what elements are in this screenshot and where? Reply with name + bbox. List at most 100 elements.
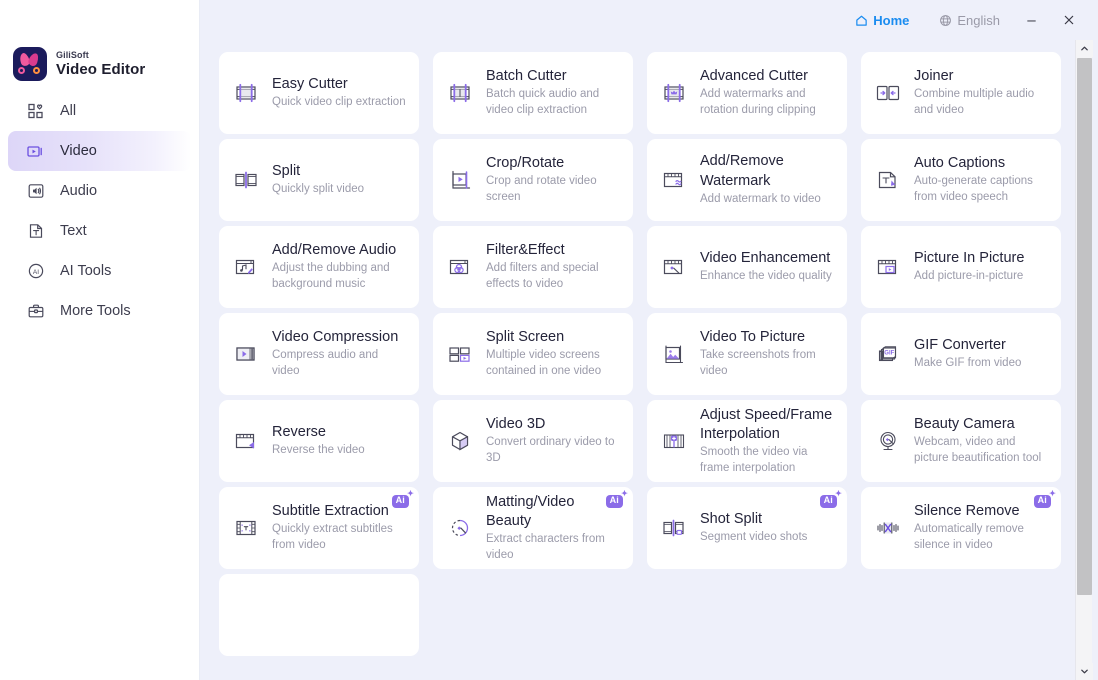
tool-card-desc: Quickly split video: [272, 182, 408, 198]
tool-card-crop-rotate[interactable]: Crop/Rotate Crop and rotate video screen: [433, 139, 633, 221]
tool-card-reverse[interactable]: Reverse Reverse the video: [219, 400, 419, 482]
gif-icon: GIF: [872, 338, 904, 370]
cube-3d-icon: [444, 425, 476, 457]
film-advanced-icon: [658, 77, 690, 109]
sidebar-item-text[interactable]: Text: [8, 211, 191, 251]
speaker-icon: [26, 182, 45, 201]
tool-card-title: GIF Converter: [914, 336, 1050, 355]
language-button[interactable]: English: [931, 9, 1008, 32]
tool-card-desc: Quickly extract subtitles from video: [272, 522, 408, 554]
tool-card-auto-captions[interactable]: Auto Captions Auto-generate captions fro…: [861, 139, 1061, 221]
butterfly-logo-icon: [13, 47, 47, 81]
sidebar-item-video[interactable]: Video: [8, 131, 191, 171]
shot-split-icon: [658, 512, 690, 544]
sidebar-item-label: AI Tools: [60, 263, 111, 279]
waveform-cut-icon: [872, 512, 904, 544]
tool-grid-scroll-area: Easy Cutter Quick video clip extraction: [200, 40, 1070, 680]
scroll-down-button[interactable]: [1076, 663, 1093, 680]
ai-badge: Ai: [392, 495, 409, 508]
ai-badge: Ai: [606, 495, 623, 508]
home-button[interactable]: Home: [847, 9, 917, 32]
tool-card-silence-remove[interactable]: Ai Silence Remove Automatically remove s…: [861, 487, 1061, 569]
tool-card-title: Matting/Video Beauty: [486, 493, 622, 531]
minimize-button[interactable]: [1016, 7, 1046, 33]
tool-card-title: Shot Split: [700, 510, 836, 529]
tool-card-desc: Enhance the video quality: [700, 269, 836, 285]
close-button[interactable]: [1054, 7, 1084, 33]
sidebar-item-label: Video: [60, 143, 97, 159]
tool-card-split[interactable]: Split Quickly split video: [219, 139, 419, 221]
tool-card-batch-cutter[interactable]: Batch Cutter Batch quick audio and video…: [433, 52, 633, 134]
tool-card-title: Split Screen: [486, 328, 622, 347]
tool-card-advanced-cutter[interactable]: Advanced Cutter Add watermarks and rotat…: [647, 52, 847, 134]
sidebar-item-label: Text: [60, 223, 87, 239]
beauty-camera-icon: [872, 425, 904, 457]
tool-card-video-to-picture[interactable]: Video To Picture Take screenshots from v…: [647, 313, 847, 395]
tool-card-desc: Add watermarks and rotation during clipp…: [700, 87, 836, 119]
chevron-up-icon: [1080, 44, 1089, 53]
tool-card-desc: Multiple video screens contained in one …: [486, 348, 622, 380]
tool-card-desc: Crop and rotate video screen: [486, 174, 622, 206]
sidebar-item-label: All: [60, 103, 76, 119]
tool-grid: Easy Cutter Quick video clip extraction: [200, 40, 1070, 656]
tool-card-filter-effect[interactable]: Filter&Effect Add filters and special ef…: [433, 226, 633, 308]
main-panel: Home English: [200, 0, 1098, 680]
tool-card-title: Joiner: [914, 67, 1050, 86]
tool-card-desc: Batch quick audio and video clip extract…: [486, 87, 622, 119]
tool-card-partial-next-row[interactable]: [219, 574, 419, 656]
split-screen-icon: [444, 338, 476, 370]
tool-card-video-enhancement[interactable]: Video Enhancement Enhance the video qual…: [647, 226, 847, 308]
tool-card-title: Auto Captions: [914, 154, 1050, 173]
chevron-down-icon: [1080, 667, 1089, 676]
tool-card-title: Video To Picture: [700, 328, 836, 347]
tool-card-subtitle-extraction[interactable]: Ai Subtitle Extraction Quickly extract s…: [219, 487, 419, 569]
tool-card-desc: Compress audio and video: [272, 348, 408, 380]
tool-card-desc: Quick video clip extraction: [272, 95, 408, 111]
tool-card-gif-converter[interactable]: GIF GIF Converter Make GIF from video: [861, 313, 1061, 395]
tool-card-title: Reverse: [272, 423, 408, 442]
brand-sub: GiliSoft: [56, 51, 145, 60]
tool-card-easy-cutter[interactable]: Easy Cutter Quick video clip extraction: [219, 52, 419, 134]
tool-card-desc: Add watermark to video: [700, 192, 836, 208]
tool-card-matting-video-beauty[interactable]: Ai Matting/Video Beauty Extract characte…: [433, 487, 633, 569]
video-player-icon: [26, 142, 45, 161]
home-label: Home: [873, 13, 909, 28]
tool-card-desc: Combine multiple audio and video: [914, 87, 1050, 119]
tool-card-title: Picture In Picture: [914, 249, 1050, 268]
sidebar-item-ai-tools[interactable]: AI AI Tools: [8, 251, 191, 291]
sidebar-item-label: Audio: [60, 183, 97, 199]
tool-card-desc: Auto-generate captions from video speech: [914, 174, 1050, 206]
tool-card-beauty-camera[interactable]: Beauty Camera Webcam, video and picture …: [861, 400, 1061, 482]
sidebar-item-all[interactable]: All: [8, 91, 191, 131]
tool-card-picture-in-picture[interactable]: Picture In Picture Add picture-in-pictur…: [861, 226, 1061, 308]
scroll-up-button[interactable]: [1076, 40, 1093, 57]
watermark-icon: [658, 164, 690, 196]
sidebar-nav: All Video: [0, 86, 199, 331]
tool-card-add-remove-watermark[interactable]: Add/Remove Watermark Add watermark to vi…: [647, 139, 847, 221]
tool-card-joiner[interactable]: Joiner Combine multiple audio and video: [861, 52, 1061, 134]
tool-card-video-compression[interactable]: Video Compression Compress audio and vid…: [219, 313, 419, 395]
sidebar-item-audio[interactable]: Audio: [8, 171, 191, 211]
globe-icon: [939, 14, 952, 27]
titlebar: Home English: [200, 0, 1098, 40]
tool-card-split-screen[interactable]: Split Screen Multiple video screens cont…: [433, 313, 633, 395]
sidebar: GiliSoft Video Editor All: [0, 0, 200, 680]
magic-wand-icon: [658, 251, 690, 283]
tool-card-shot-split[interactable]: Ai Shot Split Segment video shots: [647, 487, 847, 569]
tool-card-adjust-speed-frame-interpolation[interactable]: Adjust Speed/Frame Interpolation Smooth …: [647, 400, 847, 482]
film-cut-icon: [230, 77, 262, 109]
sidebar-item-more-tools[interactable]: More Tools: [8, 291, 191, 331]
tool-card-title: Filter&Effect: [486, 241, 622, 260]
tool-card-title: Add/Remove Audio: [272, 241, 408, 260]
tool-card-video-3d[interactable]: Video 3D Convert ordinary video to 3D: [433, 400, 633, 482]
join-arrows-icon: [872, 77, 904, 109]
svg-text:GIF: GIF: [884, 351, 894, 357]
vertical-scrollbar[interactable]: [1075, 40, 1092, 680]
tool-card-add-remove-audio[interactable]: Add/Remove Audio Adjust the dubbing and …: [219, 226, 419, 308]
tool-card-desc: Make GIF from video: [914, 356, 1050, 372]
scrollbar-thumb[interactable]: [1077, 58, 1092, 595]
matting-icon: [444, 512, 476, 544]
tool-card-title: Beauty Camera: [914, 415, 1050, 434]
sidebar-item-label: More Tools: [60, 303, 131, 319]
tool-card-title: Video Compression: [272, 328, 408, 347]
